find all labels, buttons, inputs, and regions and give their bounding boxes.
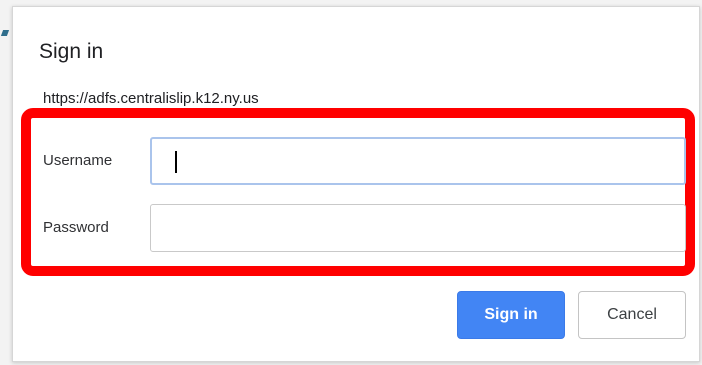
cancel-button[interactable]: Cancel: [578, 291, 686, 339]
username-label: Username: [43, 152, 113, 169]
dialog-title: Sign in: [39, 40, 104, 63]
background-app-fragment: [0, 30, 10, 36]
sign-in-dialog: Sign in https://adfs.centralislip.k12.ny…: [12, 6, 700, 362]
username-input[interactable]: [150, 137, 686, 185]
sign-in-button[interactable]: Sign in: [457, 291, 565, 339]
text-caret: [175, 151, 177, 173]
password-label: Password: [43, 219, 109, 236]
page: Sign in https://adfs.centralislip.k12.ny…: [0, 0, 702, 365]
password-input[interactable]: [150, 204, 686, 252]
dialog-origin-url: https://adfs.centralislip.k12.ny.us: [43, 90, 259, 107]
